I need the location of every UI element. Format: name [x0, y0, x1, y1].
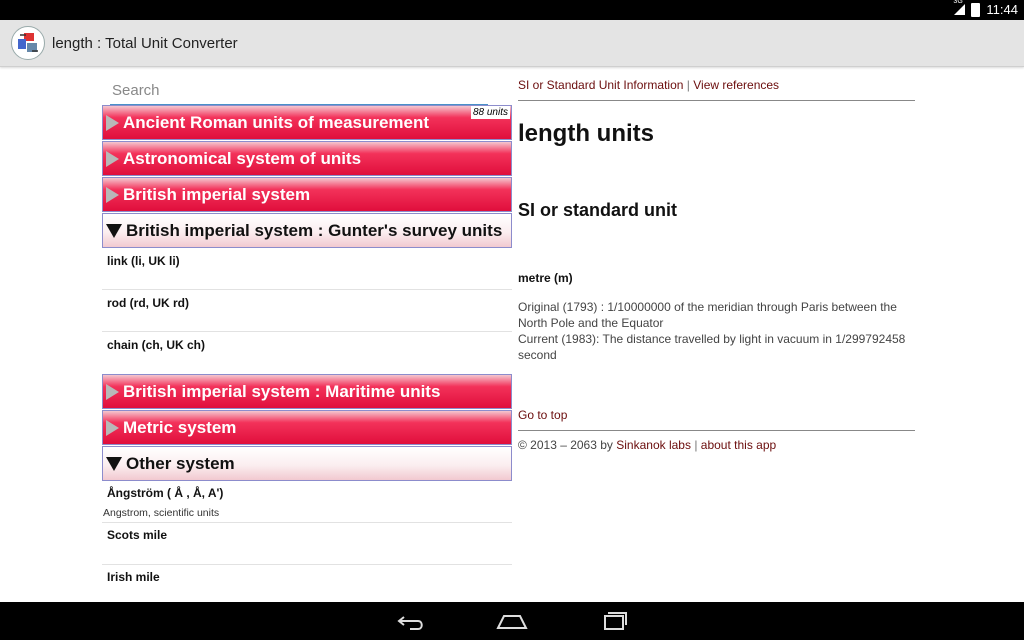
- unit-row[interactable]: Scots mile: [102, 523, 512, 565]
- expand-arrow-icon: [106, 114, 119, 131]
- group-gunters-survey[interactable]: British imperial system : Gunter's surve…: [102, 213, 512, 248]
- app-title: length : Total Unit Converter: [52, 35, 238, 52]
- collapse-arrow-icon: [106, 223, 122, 238]
- expand-arrow-icon: [106, 186, 119, 203]
- unit-row[interactable]: link (li, UK li): [102, 248, 512, 290]
- group-label: British imperial system : Maritime units: [123, 381, 441, 401]
- unit-name: Irish mile: [107, 570, 160, 584]
- group-label: British imperial system: [123, 184, 311, 204]
- collapse-arrow-icon: [106, 456, 122, 471]
- about-app-link[interactable]: about this app: [701, 438, 776, 452]
- signal-icon: 3G: [953, 0, 966, 15]
- group-british-imperial[interactable]: British imperial system: [102, 177, 512, 212]
- unit-name: link (li, UK li): [107, 254, 180, 268]
- unit-description: Angstrom, scientific units: [103, 507, 220, 519]
- definition-current: Current (1983): The distance travelled b…: [518, 332, 906, 362]
- divider: [518, 430, 915, 431]
- unit-list-panel: Ancient Roman units of measurement 88 un…: [102, 72, 512, 600]
- group-label: Astronomical system of units: [123, 148, 362, 168]
- unit-row[interactable]: rod (rd, UK rd): [102, 290, 512, 332]
- group-astronomical[interactable]: Astronomical system of units: [102, 141, 512, 176]
- unit-name: rod (rd, UK rd): [107, 296, 189, 310]
- expand-arrow-icon: [106, 150, 119, 167]
- unit-row[interactable]: chain (ch, UK ch): [102, 332, 512, 372]
- recents-icon[interactable]: [594, 608, 634, 634]
- group-label: Other system: [126, 453, 235, 473]
- unit-row[interactable]: Ångström ( Å , Å, A') Angstrom, scientif…: [102, 481, 512, 523]
- search-input[interactable]: [110, 76, 488, 105]
- group-label: Metric system: [123, 417, 237, 437]
- copyright-text: © 2013 – 2063 by: [518, 438, 617, 452]
- unit-name: Ångström ( Å , Å, A'): [107, 486, 224, 500]
- converter-app-icon[interactable]: [11, 26, 45, 60]
- status-icons: 3G 11:44: [953, 0, 1018, 17]
- navigation-bar: [0, 602, 1024, 640]
- expand-arrow-icon: [106, 419, 119, 436]
- group-other-system[interactable]: Other system: [102, 446, 512, 481]
- link-separator: |: [694, 438, 698, 452]
- si-info-link[interactable]: SI or Standard Unit Information: [518, 78, 683, 92]
- unit-name: Scots mile: [107, 528, 168, 542]
- group-label: Ancient Roman units of measurement: [123, 112, 430, 132]
- link-separator: |: [686, 78, 690, 92]
- section-heading: SI or standard unit: [518, 200, 678, 220]
- action-bar: length : Total Unit Converter: [0, 20, 1024, 67]
- company-link[interactable]: Sinkanok labs: [616, 438, 691, 452]
- group-label: British imperial system : Gunter's surve…: [126, 220, 503, 240]
- clock: 11:44: [986, 2, 1018, 17]
- group-maritime[interactable]: British imperial system : Maritime units: [102, 374, 512, 409]
- unit-name: chain (ch, UK ch): [107, 338, 206, 352]
- back-icon[interactable]: [390, 608, 430, 634]
- page-title: length units: [518, 120, 654, 147]
- info-links: SI or Standard Unit Information | View r…: [518, 78, 779, 92]
- expand-arrow-icon: [106, 383, 119, 400]
- go-to-top-link[interactable]: Go to top: [518, 408, 567, 422]
- battery-icon: [971, 2, 981, 17]
- definition-original: Original (1793) : 1/10000000 of the meri…: [518, 300, 897, 330]
- unit-row[interactable]: Irish mile: [102, 565, 512, 600]
- divider: [518, 100, 915, 101]
- view-references-link[interactable]: View references: [693, 78, 779, 92]
- home-icon[interactable]: [492, 608, 532, 634]
- unit-count-badge: 88 units: [470, 106, 510, 119]
- unit-definition: Original (1793) : 1/10000000 of the meri…: [518, 299, 915, 363]
- si-unit-name: metre (m): [518, 271, 573, 285]
- group-metric[interactable]: Metric system: [102, 410, 512, 445]
- footer: © 2013 – 2063 by Sinkanok labs | about t…: [518, 438, 776, 452]
- status-bar: 3G 11:44: [0, 0, 1024, 20]
- group-ancient-roman[interactable]: Ancient Roman units of measurement 88 un…: [102, 105, 512, 140]
